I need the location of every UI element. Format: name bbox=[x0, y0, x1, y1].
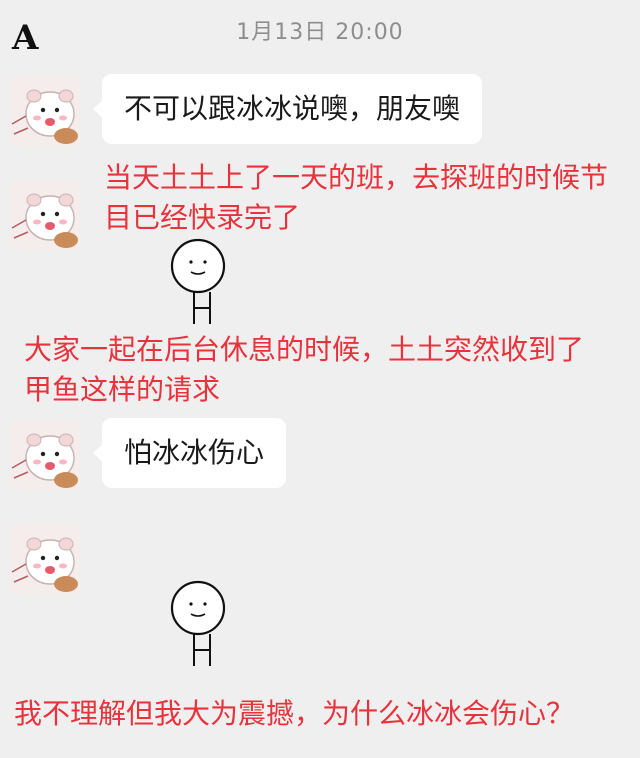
message-bubble[interactable]: 不可以跟冰冰说噢，朋友噢 bbox=[92, 74, 483, 144]
stick-figure-sticker-icon[interactable] bbox=[160, 238, 236, 332]
caption-line: 大家一起在后台休息的时候，土土突然收到了 bbox=[24, 333, 585, 366]
caption-1: 当天土土上了一天的班，去探班的时候节 目已经快录完了 bbox=[104, 158, 608, 238]
caption-3: 我不理解但我大为震撼，为什么冰冰会伤心？ bbox=[14, 694, 574, 734]
stick-figure-graphic bbox=[170, 238, 226, 324]
pig-avatar-graphic bbox=[11, 193, 78, 248]
pig-avatar-graphic bbox=[11, 537, 78, 592]
caption-line: 目已经快录完了 bbox=[104, 201, 301, 234]
stick-figure-graphic bbox=[170, 580, 226, 666]
pig-avatar-icon[interactable] bbox=[10, 524, 80, 594]
caption-2: 大家一起在后台休息的时候，土土突然收到了 甲鱼这样的请求 bbox=[24, 330, 584, 410]
pig-avatar-graphic bbox=[11, 433, 78, 488]
pig-avatar-icon[interactable] bbox=[10, 180, 80, 250]
caption-line: 甲鱼这样的请求 bbox=[24, 373, 221, 406]
pig-avatar-graphic bbox=[11, 89, 78, 144]
caption-line: 当天土土上了一天的班，去探班的时候节 bbox=[104, 161, 609, 194]
caption-line: 我不理解但我大为震撼，为什么冰冰会伤心？ bbox=[14, 697, 575, 730]
pig-avatar-icon[interactable] bbox=[10, 76, 80, 146]
stick-figure-sticker-icon[interactable] bbox=[160, 580, 236, 674]
message-bubble[interactable]: 怕冰冰伤心 bbox=[92, 418, 287, 488]
pig-avatar-icon[interactable] bbox=[10, 420, 80, 490]
chat-timestamp: 1月13日 20:00 bbox=[236, 20, 404, 45]
